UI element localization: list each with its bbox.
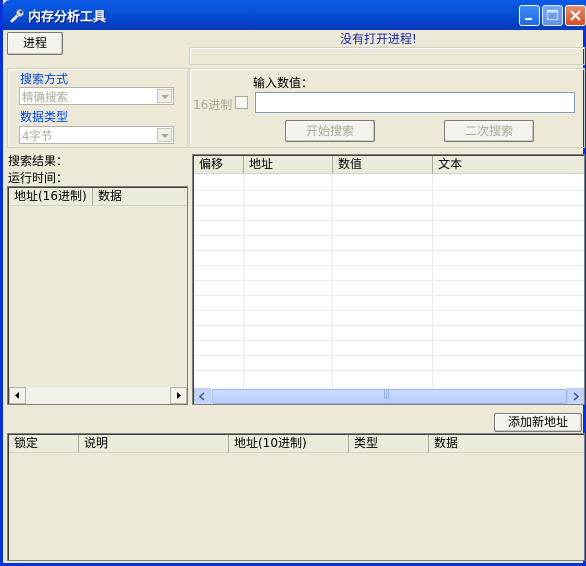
- scroll-left-button[interactable]: [194, 388, 211, 404]
- scroll-right-button[interactable]: [170, 387, 187, 404]
- search-mode-value: 精确搜索: [22, 90, 68, 104]
- scroll-thumb[interactable]: |||: [212, 389, 567, 404]
- value-input[interactable]: [255, 92, 575, 113]
- arrow-right-icon: [177, 392, 181, 399]
- minimize-button[interactable]: [519, 5, 540, 26]
- wrench-icon: [10, 9, 24, 23]
- col-header-address[interactable]: 地址: [244, 156, 333, 174]
- col-header-offset[interactable]: 偏移: [194, 156, 244, 174]
- status-bar-box: [189, 47, 585, 65]
- process-button[interactable]: 进程: [7, 32, 63, 55]
- data-type-label: 数据类型: [20, 110, 69, 124]
- close-icon: [570, 10, 581, 21]
- grid-line: [194, 265, 584, 266]
- grid-line: [194, 235, 584, 236]
- maximize-icon: [547, 10, 558, 20]
- grid-line: [194, 325, 584, 326]
- close-button[interactable]: [565, 5, 586, 26]
- data-type-value: 4字节: [22, 129, 53, 143]
- arrow-left-icon: [15, 392, 19, 399]
- col-header-address-hex[interactable]: 地址(16进制): [9, 188, 93, 206]
- col-header-data[interactable]: 数据: [93, 188, 187, 206]
- col-header-type[interactable]: 类型: [349, 435, 429, 453]
- window-title: 内存分析工具: [28, 10, 107, 25]
- grid-line: [194, 370, 584, 371]
- search-result-label: 搜索结果：: [8, 154, 69, 168]
- minimize-icon: [525, 18, 532, 20]
- chevron-down-icon[interactable]: [157, 89, 172, 103]
- grid-line: [194, 250, 584, 251]
- col-header-value[interactable]: 数值: [333, 156, 433, 174]
- grid-line: [243, 175, 244, 388]
- col-header-lock[interactable]: 锁定: [9, 435, 79, 453]
- grid-line: [194, 310, 584, 311]
- search-mode-label: 搜索方式: [20, 72, 69, 86]
- grid-line: [194, 295, 584, 296]
- grid-line: [332, 175, 333, 388]
- grid-line: [194, 220, 584, 221]
- process-status: 没有打开进程!: [340, 32, 417, 46]
- input-value-label: 输入数值：: [253, 76, 314, 90]
- start-search-button[interactable]: 开始搜索: [285, 120, 375, 142]
- results-hscroll[interactable]: [9, 387, 187, 404]
- maximize-button[interactable]: [542, 5, 563, 26]
- grid-line: [194, 190, 584, 191]
- main-window: 内存分析工具 进程 没有打开进程! 搜索方式 精确搜索 数据类型 4字节 输入数…: [0, 0, 586, 566]
- second-search-button[interactable]: 二次搜索: [444, 120, 534, 142]
- scroll-left-button[interactable]: [9, 387, 26, 404]
- chevron-down-icon[interactable]: [157, 128, 172, 142]
- grid-line: [194, 280, 584, 281]
- data-type-select[interactable]: 4字节: [19, 126, 174, 144]
- memory-view-list[interactable]: 偏移 地址 数值 文本 |||: [192, 154, 585, 405]
- grid-line: [194, 340, 584, 341]
- scroll-right-button[interactable]: [567, 388, 584, 404]
- runtime-label: 运行时间：: [8, 171, 69, 185]
- grid-line: [194, 355, 584, 356]
- saved-addresses-list[interactable]: 锁定 说明 地址(10进制) 类型 数据: [7, 433, 585, 561]
- arrow-right-icon: [573, 392, 580, 401]
- grid-line: [194, 205, 584, 206]
- scroll-grip-icon: |||: [383, 390, 390, 400]
- search-mode-select[interactable]: 精确搜索: [19, 87, 174, 105]
- arrow-left-icon: [198, 392, 205, 401]
- col-header-description[interactable]: 说明: [79, 435, 229, 453]
- hex-label: 16进制: [193, 98, 233, 112]
- title-bar[interactable]: 内存分析工具: [3, 0, 586, 30]
- hex-checkbox[interactable]: [235, 96, 248, 109]
- memory-hscroll[interactable]: |||: [194, 388, 584, 404]
- search-results-list[interactable]: 地址(16进制) 数据: [7, 186, 188, 405]
- col-header-address-dec[interactable]: 地址(10进制): [229, 435, 349, 453]
- col-header-saved-data[interactable]: 数据: [429, 435, 584, 453]
- col-header-text[interactable]: 文本: [433, 156, 584, 174]
- grid-line: [432, 175, 433, 388]
- add-address-button[interactable]: 添加新地址: [494, 413, 582, 432]
